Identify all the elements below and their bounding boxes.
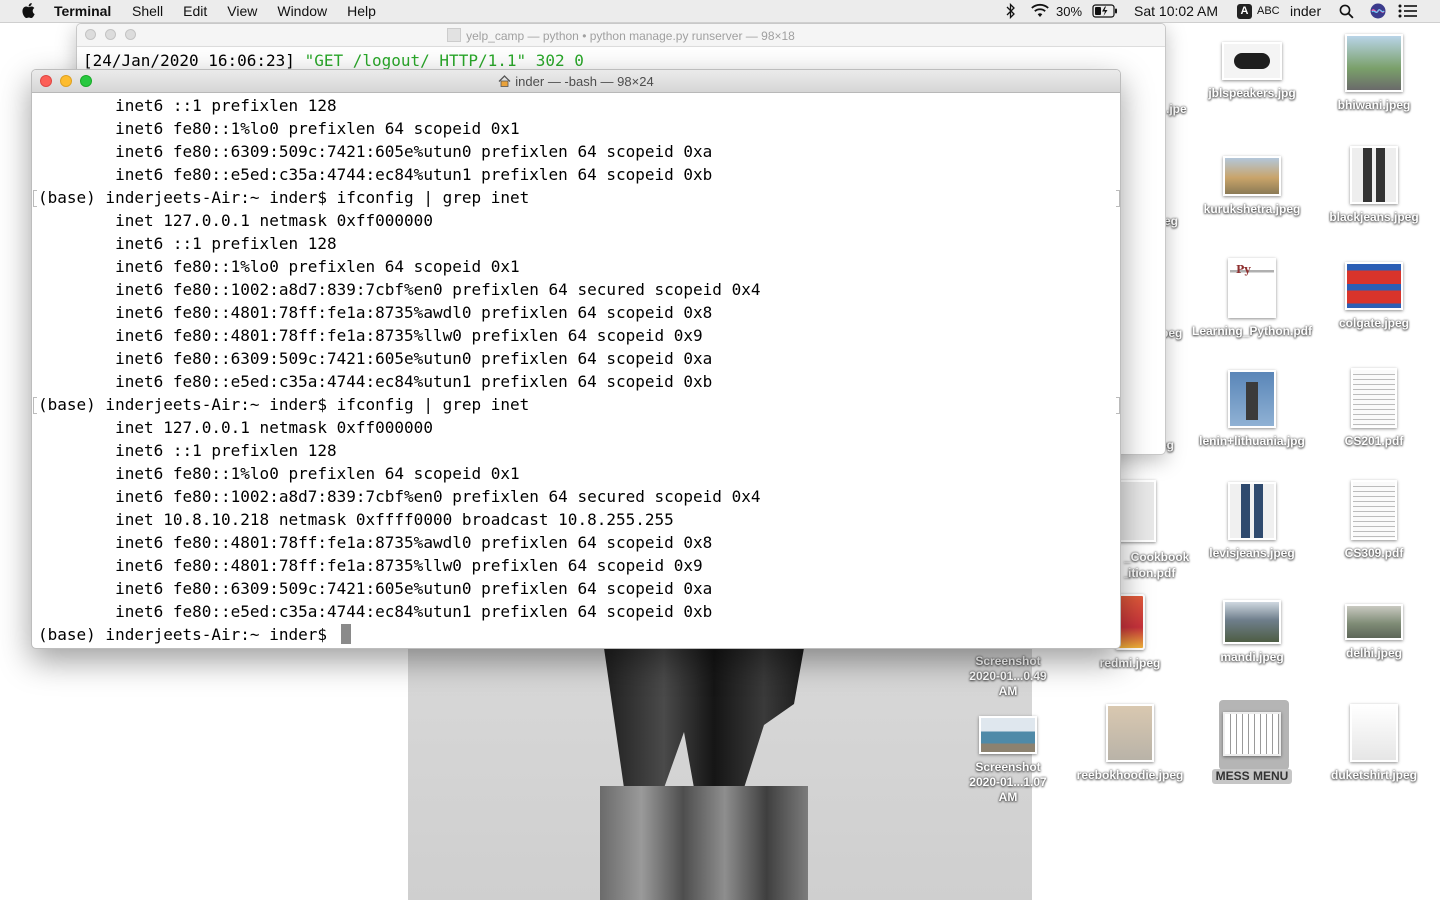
desktop-icon-learning-python[interactable]: Py Learning_Python.pdf: [1190, 258, 1314, 339]
image-thumbnail: [1345, 604, 1403, 640]
pdf-thumbnail: [1116, 480, 1156, 542]
terminal-output-line: inet6 fe80::e5ed:c35a:4744:ec84%utun1 pr…: [38, 165, 713, 184]
terminal-output-line: inet6 fe80::4801:78ff:fe1a:8735%awdl0 pr…: [38, 303, 713, 322]
desktop-icon-blackjeans[interactable]: blackjeans.jpeg: [1312, 146, 1436, 225]
terminal-prompt-line: (base) inderjeets-Air:~ inder$ ifconfig …: [33, 186, 1120, 209]
apple-logo-icon[interactable]: [20, 2, 36, 19]
menu-view[interactable]: View: [227, 3, 257, 19]
battery-icon[interactable]: [1092, 4, 1118, 18]
desktop-icon-cs309[interactable]: CS309.pdf: [1312, 480, 1436, 561]
terminal-output-line: inet6 ::1 prefixlen 128: [38, 234, 337, 253]
image-thumbnail: [1350, 704, 1398, 762]
terminal-prompt-line: (base) inderjeets-Air:~ inder$ ifconfig …: [33, 393, 1120, 416]
desktop-icon-kurukshetra[interactable]: kurukshetra.jpeg: [1190, 156, 1314, 217]
desktop-icon-screenshot-1[interactable]: Screenshot 2020-01...0.49 AM: [946, 654, 1070, 699]
terminal-output-line: inet 127.0.0.1 netmask 0xff000000: [38, 418, 433, 437]
home-icon: [498, 75, 511, 87]
wifi-icon[interactable]: [1030, 3, 1050, 18]
image-thumbnail: [1345, 34, 1403, 92]
clock[interactable]: Sat 10:02 AM: [1134, 3, 1218, 19]
bluetooth-icon[interactable]: [1006, 3, 1016, 19]
terminal-output-line: inet6 fe80::e5ed:c35a:4744:ec84%utun1 pr…: [38, 372, 713, 391]
terminal-output-line: inet6 fe80::4801:78ff:fe1a:8735%llw0 pre…: [38, 556, 703, 575]
menu-window[interactable]: Window: [277, 3, 327, 19]
terminal-output-line: inet6 fe80::e5ed:c35a:4744:ec84%utun1 pr…: [38, 602, 713, 621]
pdf-thumbnail: [1351, 368, 1397, 428]
image-thumbnail: [1345, 262, 1403, 310]
terminal-output-line: inet6 fe80::4801:78ff:fe1a:8735%llw0 pre…: [38, 326, 703, 345]
image-thumbnail: [1222, 42, 1282, 80]
image-thumbnail: [1106, 704, 1154, 762]
desktop-icon-mess-menu[interactable]: MESS MENU: [1190, 700, 1314, 784]
window-title-text: yelp_camp — python • python manage.py ru…: [466, 29, 795, 43]
terminal-current-prompt[interactable]: (base) inderjeets-Air:~ inder$: [38, 623, 1120, 646]
terminal-output-line: inet6 fe80::1002:a8d7:839:7cbf%en0 prefi…: [38, 487, 761, 506]
folder-icon: [447, 28, 462, 42]
menu-shell[interactable]: Shell: [132, 3, 163, 19]
terminal-window-bash[interactable]: inder — -bash — 98×24 inet6 ::1 prefixle…: [31, 69, 1121, 649]
desktop-icon-delhi[interactable]: delhi.jpeg: [1312, 604, 1436, 661]
pedestal-shape: [600, 786, 808, 900]
terminal-output-line: inet6 fe80::1002:a8d7:839:7cbf%en0 prefi…: [38, 280, 761, 299]
menu-bar: Terminal Shell Edit View Window Help 30%…: [0, 0, 1440, 23]
terminal-output-line: inet6 fe80::1%lo0 prefixlen 64 scopeid 0…: [38, 257, 520, 276]
terminal-output-line: inet6 fe80::4801:78ff:fe1a:8735%awdl0 pr…: [38, 533, 713, 552]
pdf-thumbnail: Py: [1228, 258, 1276, 318]
window-titlebar[interactable]: inder — -bash — 98×24: [32, 70, 1120, 93]
notification-center-icon[interactable]: [1398, 4, 1418, 18]
image-thumbnail: [979, 716, 1037, 754]
menu-help[interactable]: Help: [347, 3, 376, 19]
desktop-icon-duketshirt[interactable]: duketshirt.jpeg: [1312, 704, 1436, 783]
desktop-icon-screenshot-2[interactable]: Screenshot 2020-01...1.07 AM: [946, 716, 1070, 805]
menu-edit[interactable]: Edit: [183, 3, 207, 19]
terminal-output-line: inet 127.0.0.1 netmask 0xff000000: [38, 211, 433, 230]
statue-shape: [604, 648, 804, 788]
user-menu[interactable]: inder: [1290, 3, 1321, 19]
document-thumbnail: [1223, 712, 1281, 756]
window-titlebar[interactable]: yelp_camp — python • python manage.py ru…: [77, 24, 1165, 47]
window-title: inder — -bash — 98×24: [32, 74, 1120, 89]
pdf-thumbnail: [1351, 480, 1397, 540]
desktop-icon-levisjeans[interactable]: levisjeans.jpeg: [1190, 482, 1314, 561]
desktop-icon-bhiwani[interactable]: bhiwani.jpeg: [1312, 34, 1436, 113]
status-area: 30% Sat 10:02 AM A ABC inder: [1000, 0, 1440, 22]
text-cursor: [340, 624, 351, 644]
log-timestamp: [24/Jan/2020 16:06:23]: [83, 51, 305, 70]
terminal-output-line: inet6 ::1 prefixlen 128: [38, 441, 337, 460]
desktop-wallpaper-statue: [408, 648, 1032, 900]
terminal-output-line: inet6 fe80::1%lo0 prefixlen 64 scopeid 0…: [38, 464, 520, 483]
image-thumbnail: [1223, 156, 1281, 196]
desktop-icon-partial[interactable]: ition.pdf: [1110, 566, 1190, 581]
input-source-label[interactable]: ABC: [1257, 5, 1280, 17]
terminal-output[interactable]: inet6 ::1 prefixlen 128 inet6 fe80::1%lo…: [32, 93, 1120, 646]
input-source-badge[interactable]: A: [1237, 4, 1252, 19]
desktop-icon-mandi[interactable]: mandi.jpeg: [1190, 600, 1314, 665]
image-thumbnail: [1350, 146, 1398, 204]
image-thumbnail: [1228, 370, 1276, 428]
prompt-text: (base) inderjeets-Air:~ inder$: [38, 625, 337, 644]
window-title-text: inder — -bash — 98×24: [515, 74, 654, 89]
desktop-icon-reebokhoodie[interactable]: reebokhoodie.jpeg: [1068, 704, 1192, 783]
battery-percent: 30%: [1056, 4, 1083, 19]
desktop-icon-lenin-lithuania[interactable]: lenin+lithuania.jpg: [1190, 370, 1314, 449]
log-request: "GET /logout/ HTTP/1.1" 302 0: [304, 51, 584, 70]
desktop-icon-colgate[interactable]: colgate.jpeg: [1312, 262, 1436, 331]
menu-items: Shell Edit View Window Help: [132, 3, 396, 19]
terminal-output-line: inet6 fe80::6309:509c:7421:605e%utun0 pr…: [38, 579, 713, 598]
terminal-output-line: inet6 fe80::6309:509c:7421:605e%utun0 pr…: [38, 349, 713, 368]
terminal-output-line: inet6 ::1 prefixlen 128: [38, 96, 337, 115]
image-thumbnail: [1228, 482, 1276, 540]
terminal-output-line: inet6 fe80::1%lo0 prefixlen 64 scopeid 0…: [38, 119, 520, 138]
desktop-icon-jblspeakers[interactable]: jblspeakers.jpg: [1190, 42, 1314, 101]
search-icon[interactable]: [1339, 4, 1354, 19]
desktop-icon-cs201[interactable]: CS201.pdf: [1312, 368, 1436, 449]
window-title: yelp_camp — python • python manage.py ru…: [77, 28, 1165, 43]
terminal-output-line: inet6 fe80::6309:509c:7421:605e%utun0 pr…: [38, 142, 713, 161]
app-name-menu[interactable]: Terminal: [54, 3, 111, 19]
terminal-output-line: inet 10.8.10.218 netmask 0xffff0000 broa…: [38, 510, 674, 529]
image-thumbnail: [1223, 600, 1281, 644]
siri-icon[interactable]: [1370, 3, 1386, 19]
